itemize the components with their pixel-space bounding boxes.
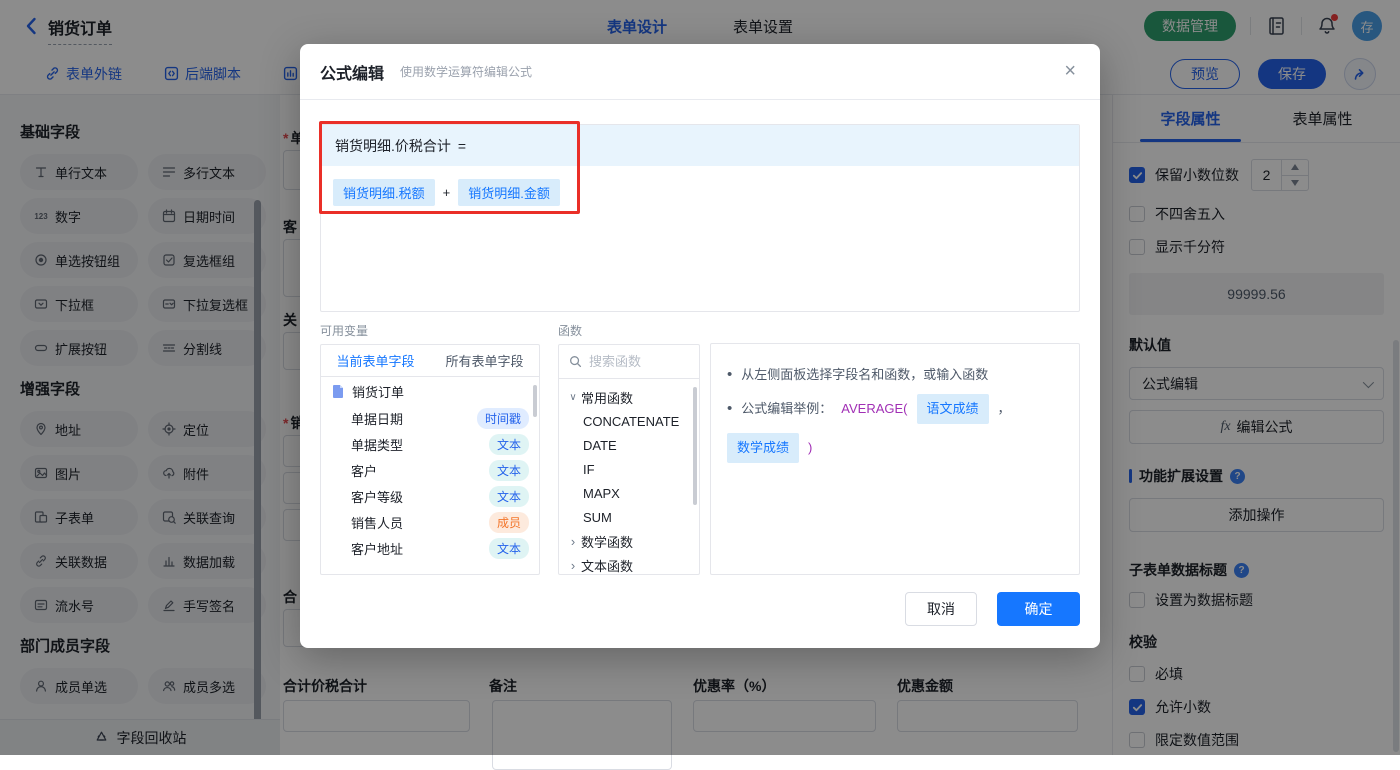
function-row[interactable]: DATE — [559, 433, 699, 457]
variable-row[interactable]: 单据类型 文本 — [321, 431, 539, 457]
document-icon — [333, 385, 343, 398]
modal-subtitle: 使用数学运算符编辑公式 — [400, 65, 533, 79]
function-row[interactable]: MAPX — [559, 481, 699, 505]
variable-type-badge: 文本 — [488, 537, 529, 559]
modal-title: 公式编辑 — [320, 65, 385, 83]
variable-row[interactable]: 单据日期 时间戳 — [321, 405, 539, 431]
variable-name: 客户地址 — [351, 541, 404, 557]
function-label: CONCATENATE — [583, 413, 680, 429]
formula-editor[interactable]: 销货明细.价税合计 = 销货明细.税额 + 销货明细.金额 — [320, 124, 1080, 312]
tab-current-form-fields[interactable]: 当前表单字段 — [321, 345, 430, 376]
function-label: SUM — [583, 509, 612, 525]
functions-label: 函数 — [558, 324, 583, 338]
chevron-icon: ∨ — [569, 391, 577, 403]
search-functions-input[interactable] — [589, 354, 684, 369]
formula-equals: = — [457, 137, 467, 154]
search-icon — [570, 356, 582, 368]
variables-scrollbar[interactable] — [533, 385, 537, 417]
help-line-1: 从左侧面板选择字段名和函数，或输入函数 — [741, 367, 989, 382]
variable-name: 单据类型 — [351, 437, 404, 453]
formula-edit-modal: 公式编辑 使用数学运算符编辑公式 × 销货明细.价税合计 = 销货明细.税额 +… — [300, 44, 1100, 648]
function-row[interactable]: ∨ 常用函数 — [559, 385, 699, 409]
chevron-icon: › — [570, 533, 576, 549]
formula-help-panel: • 从左侧面板选择字段名和函数，或输入函数 • 公式编辑举例： AVERAGE( … — [710, 343, 1080, 575]
help-example-comma: ， — [997, 401, 1011, 416]
variable-name: 客户 — [351, 463, 378, 479]
function-row[interactable]: › 数学函数 — [559, 529, 699, 553]
function-label: 常用函数 — [581, 390, 634, 406]
variable-row[interactable]: 销售人员 成员 — [321, 509, 539, 535]
function-row[interactable]: CONCATENATE — [559, 409, 699, 433]
function-label: DATE — [583, 437, 617, 453]
help-example-chip-chinese: 语文成绩 — [916, 394, 989, 424]
tree-root-form[interactable]: 销货订单 — [321, 377, 539, 405]
variable-name: 单据日期 — [351, 411, 404, 427]
bullet-icon: • — [727, 400, 733, 417]
tab-all-form-fields[interactable]: 所有表单字段 — [430, 345, 539, 376]
variable-type-badge: 成员 — [488, 511, 529, 533]
variable-type-badge: 文本 — [488, 485, 529, 507]
functions-scrollbar[interactable] — [693, 387, 697, 505]
variable-type-badge: 文本 — [488, 459, 529, 481]
functions-panel: ∨ 常用函数 CONCATENATE DATE IF MAPX SUM › 数学… — [558, 344, 700, 575]
variable-name: 客户等级 — [351, 489, 404, 505]
chevron-icon: › — [570, 557, 576, 573]
cancel-button[interactable]: 取消 — [905, 592, 977, 626]
help-example-chip-math: 数学成绩 — [727, 433, 800, 463]
function-row[interactable]: › 文本函数 — [559, 553, 699, 574]
function-label: IF — [583, 461, 595, 477]
function-label: MAPX — [583, 485, 620, 501]
confirm-button[interactable]: 确定 — [997, 592, 1080, 626]
variable-row[interactable]: 客户等级 文本 — [321, 483, 539, 509]
variable-type-badge: 文本 — [488, 433, 529, 455]
function-label: 文本函数 — [581, 558, 634, 574]
variables-panel: 当前表单字段 所有表单字段 销货订单 单据日期 时间戳 单据类型 文本 客户 文… — [320, 344, 540, 575]
formula-token-tax[interactable]: 销货明细.税额 — [333, 179, 435, 206]
function-row[interactable]: IF — [559, 457, 699, 481]
help-example-func-open: AVERAGE( — [841, 401, 908, 416]
tree-root-label: 销货订单 — [352, 384, 405, 400]
function-row[interactable]: SUM — [559, 505, 699, 529]
available-variables-label: 可用变量 — [320, 324, 369, 338]
variable-row[interactable]: 客户地址 文本 — [321, 535, 539, 561]
formula-target: 销货明细.价税合计 — [335, 137, 451, 154]
variable-name: 销售人员 — [351, 515, 404, 531]
formula-token-amount[interactable]: 销货明细.金额 — [458, 179, 560, 206]
help-example-func-close: ) — [808, 440, 813, 455]
variable-row[interactable]: 客户 文本 — [321, 457, 539, 483]
close-icon[interactable]: × — [1064, 61, 1076, 81]
formula-operator: + — [442, 185, 451, 200]
function-label: 数学函数 — [581, 534, 634, 550]
help-line-2-prefix: 公式编辑举例： — [741, 401, 833, 416]
bullet-icon: • — [727, 366, 733, 383]
variable-type-badge: 时间戳 — [476, 407, 529, 429]
